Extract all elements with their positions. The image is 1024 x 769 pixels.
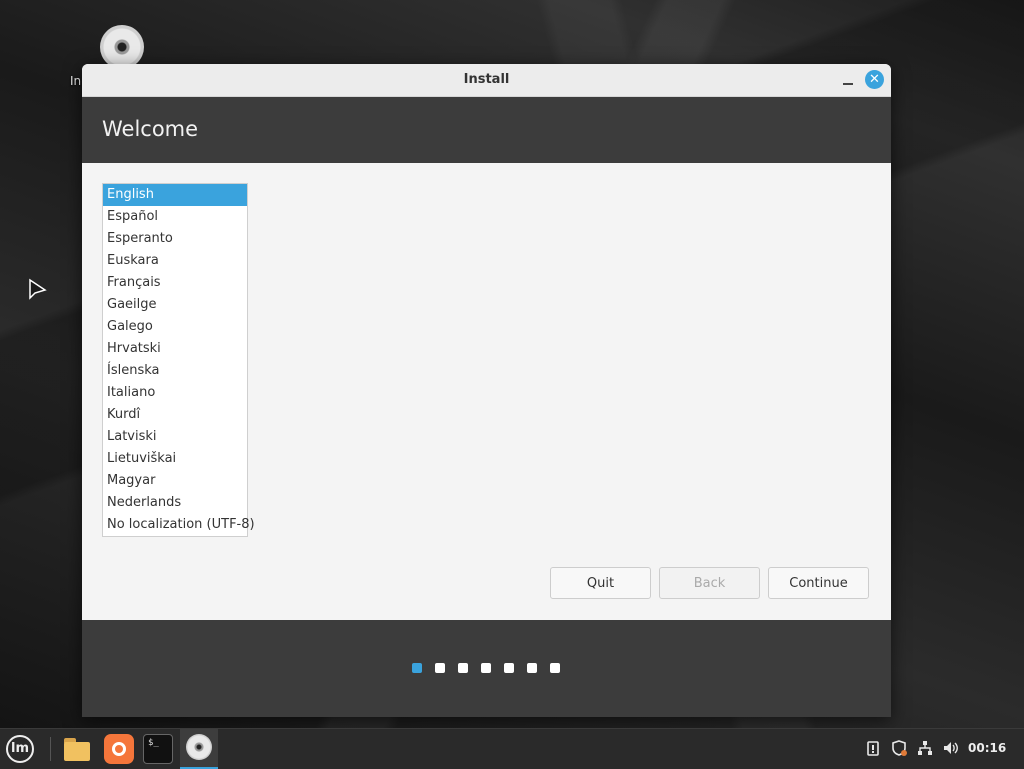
step-dot [504, 663, 514, 673]
language-item[interactable]: English [103, 184, 247, 206]
folder-icon[interactable] [62, 734, 92, 764]
language-item[interactable]: Kurdî [103, 404, 247, 426]
back-button[interactable]: Back [659, 567, 760, 599]
language-list[interactable]: English Español Esperanto Euskara Français Ga… [102, 183, 255, 537]
page-header: Welcome [82, 97, 891, 163]
language-item[interactable]: Latviski [103, 426, 247, 448]
install-window: Install ✕ Welcome English Español Esperant… [82, 64, 891, 717]
continue-button[interactable]: Continue [768, 567, 869, 599]
step-dot [435, 663, 445, 673]
language-item[interactable]: Hrvatski [103, 338, 247, 360]
volume-icon[interactable] [942, 739, 960, 757]
language-item[interactable]: Euskara [103, 250, 247, 272]
language-item[interactable]: Italiano [103, 382, 247, 404]
language-item[interactable]: Magyar [103, 470, 247, 492]
terminal-icon[interactable]: $_ [143, 734, 173, 764]
language-item[interactable]: Español [103, 206, 247, 228]
language-item[interactable]: Lietuviškai [103, 448, 247, 470]
clock[interactable]: 00:16 [968, 741, 1006, 755]
progress-footer [82, 620, 891, 717]
desktop-icon-label: In [70, 74, 82, 88]
step-dot [458, 663, 468, 673]
update-shield-icon[interactable] [890, 739, 908, 757]
language-item[interactable]: Nederlands [103, 492, 247, 514]
minimize-button[interactable] [838, 70, 858, 90]
clipboard-icon[interactable] [864, 739, 882, 757]
step-dot [527, 663, 537, 673]
install-icon[interactable] [180, 729, 218, 769]
network-icon[interactable] [916, 739, 934, 757]
close-button[interactable]: ✕ [865, 70, 884, 89]
cd-drive-icon[interactable] [100, 25, 144, 69]
firefox-icon[interactable] [104, 734, 134, 764]
mint-menu-icon[interactable]: lm [6, 735, 34, 763]
language-item[interactable]: Français [103, 272, 247, 294]
taskbar: lm $_ 00:16 [0, 728, 1024, 769]
step-dot [481, 663, 491, 673]
step-dot [412, 663, 422, 673]
language-item[interactable]: Gaeilge [103, 294, 247, 316]
language-item[interactable]: Íslenska [103, 360, 247, 382]
page-title: Welcome [102, 117, 199, 141]
taskbar-separator [50, 737, 51, 761]
window-titlebar[interactable]: Install ✕ [82, 64, 891, 97]
main-content: English Español Esperanto Euskara Français Ga… [82, 163, 891, 621]
language-item[interactable]: Galego [103, 316, 247, 338]
window-title: Install [463, 72, 510, 87]
quit-button[interactable]: Quit [550, 567, 651, 599]
language-item[interactable]: Esperanto [103, 228, 247, 250]
language-item[interactable]: No localization (UTF-8) [103, 514, 255, 536]
mouse-pointer-icon [29, 278, 47, 300]
step-dot [550, 663, 560, 673]
